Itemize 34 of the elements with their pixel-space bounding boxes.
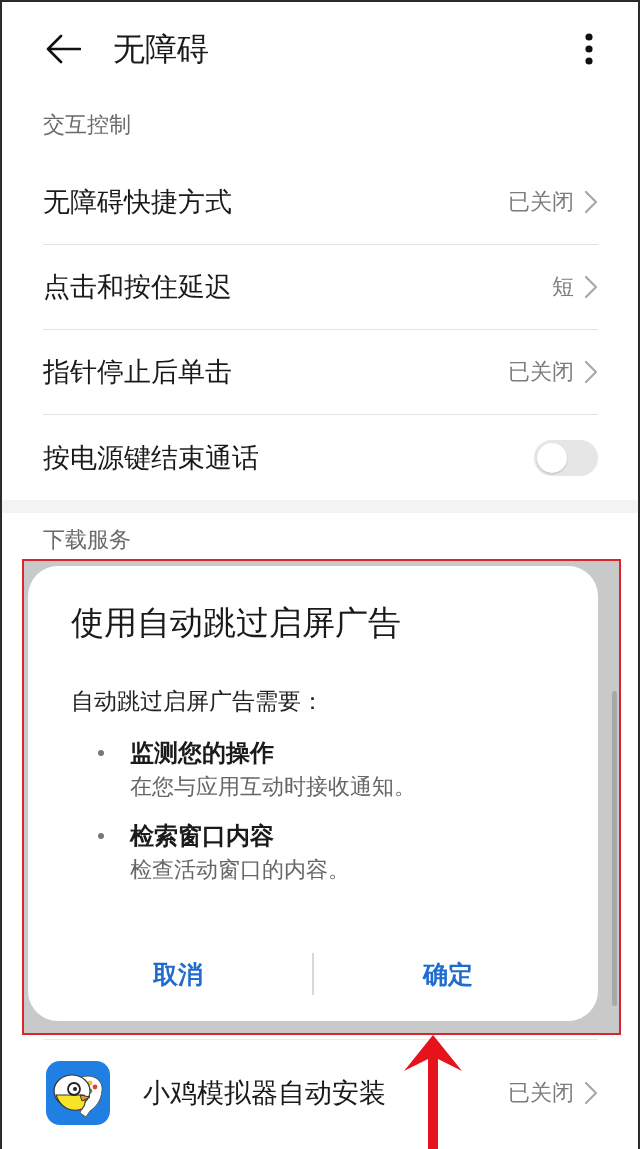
dialog-button[interactable]: 确定 (313, 944, 582, 1004)
page-title: 无障碍 (113, 29, 209, 69)
dialog-text: 自动跳过启屏广告需要： (71, 687, 324, 716)
permission-title: 监测您的操作 (130, 738, 274, 768)
dialog-title: 使用自动跳过启屏广告 (71, 603, 401, 643)
bullet-icon (98, 833, 104, 839)
dialog-button[interactable]: 取消 (44, 944, 313, 1004)
setting-value: 已关闭 (508, 188, 574, 216)
setting-label: 小鸡模拟器自动安装 (143, 1076, 386, 1110)
chevron-icon (584, 190, 598, 214)
toggle-switch[interactable] (534, 439, 598, 476)
settings-row[interactable]: 点击和按住延迟 短 (43, 245, 598, 330)
setting-label: 按电源键结束通话 (43, 440, 259, 475)
permission-description: 检查活动窗口的内容。 (130, 856, 350, 884)
setting-label: 点击和按住延迟 (43, 270, 232, 304)
setting-label: 无障碍快捷方式 (43, 185, 232, 219)
back-arrow-icon[interactable] (45, 34, 81, 64)
permission-description: 在您与应用互动时接收通知。 (130, 773, 416, 801)
setting-value: 短 (552, 273, 574, 301)
permission-title: 检索窗口内容 (130, 821, 274, 851)
setting-label: 指针停止后单击 (43, 355, 232, 389)
more-icon[interactable] (584, 33, 594, 65)
setting-value: 已关闭 (508, 1079, 574, 1107)
chick-app-icon (46, 1061, 110, 1125)
settings-row[interactable]: 指针停止后单击 已关闭 (43, 330, 598, 415)
chevron-icon (584, 1081, 598, 1105)
settings-row[interactable]: 按电源键结束通话 (43, 415, 598, 500)
chevron-icon (584, 360, 598, 384)
setting-value: 已关闭 (508, 358, 574, 386)
chevron-icon (584, 275, 598, 299)
bullet-icon (98, 750, 104, 756)
section-header: 下载服务 (43, 527, 131, 552)
settings-row[interactable]: 无障碍快捷方式 已关闭 (43, 160, 598, 245)
section-header: 交互控制 (43, 112, 131, 137)
